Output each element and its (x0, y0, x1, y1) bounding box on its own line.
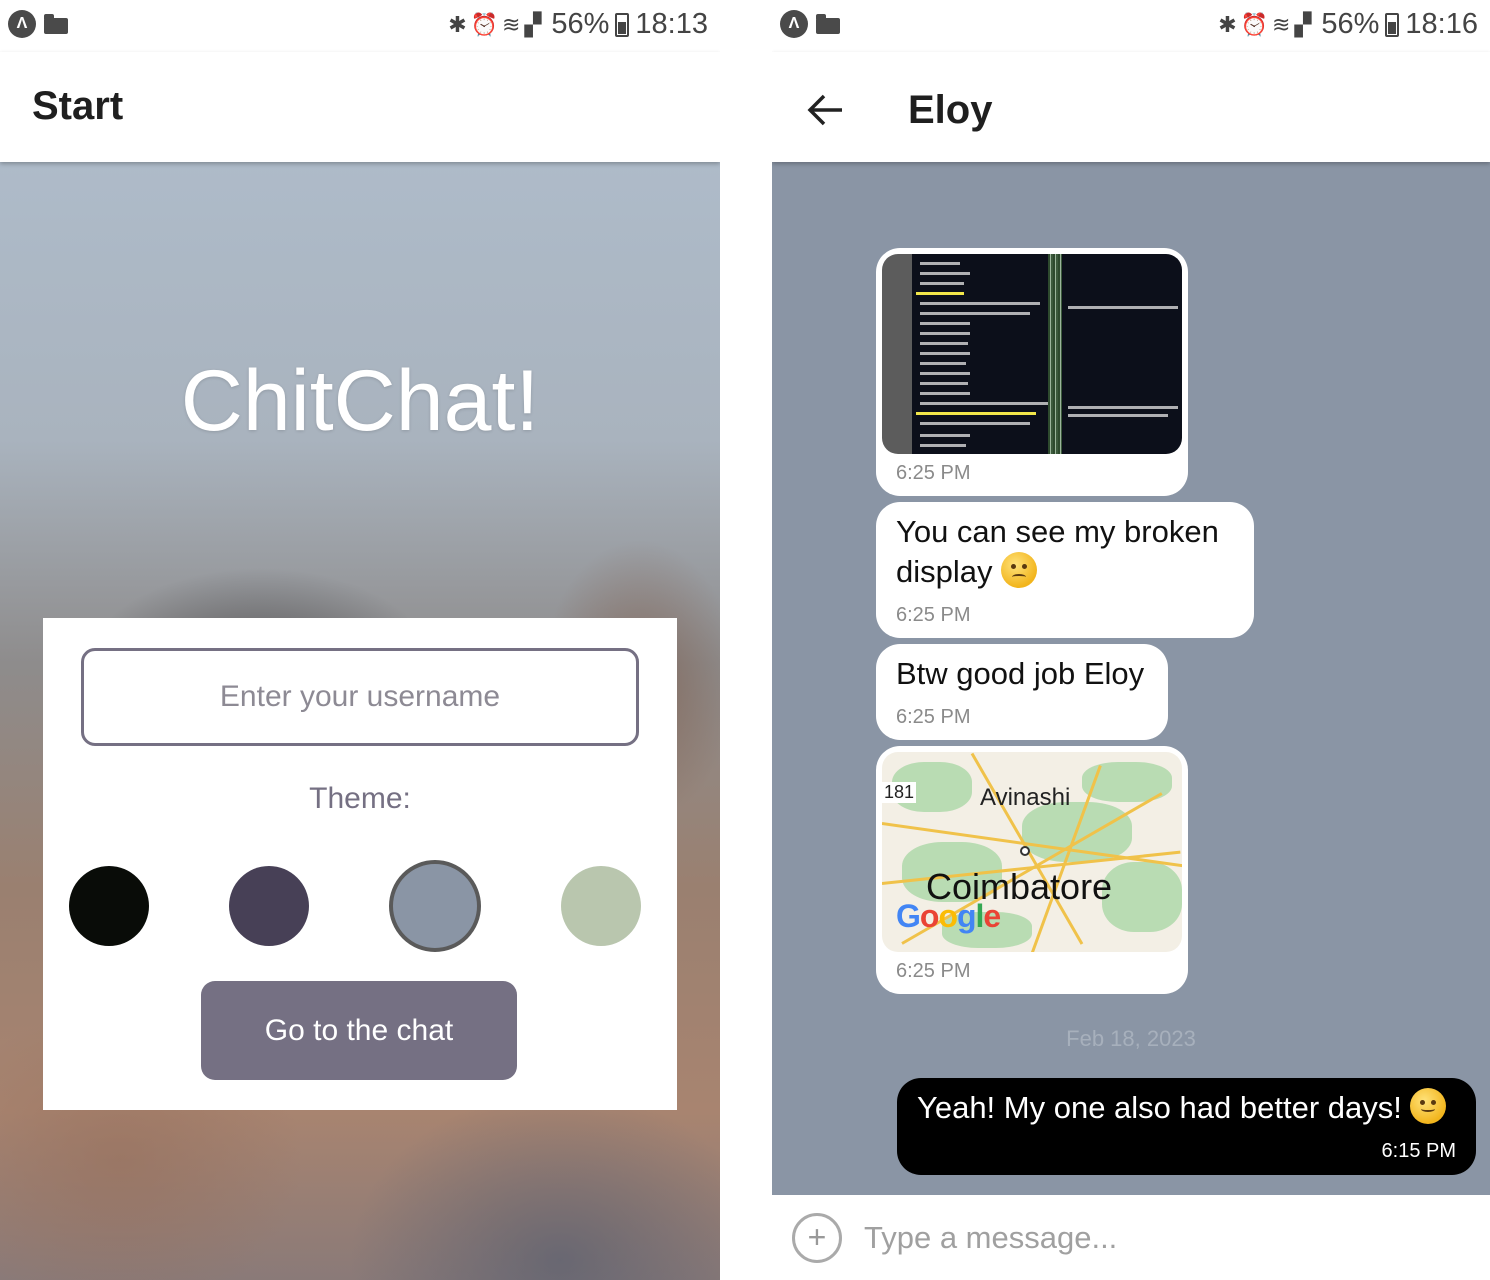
page-title: Start (32, 84, 124, 128)
bluetooth-alarm-wifi-signal-icons: ✱⏰≋▞ (1218, 11, 1316, 37)
app-notification-icon: Λ (8, 10, 36, 38)
message-text-line: You can see my broken (896, 514, 1219, 549)
login-card: Theme: Go to the chat (43, 618, 677, 1110)
route-shield: 181 (882, 782, 917, 803)
map-preview[interactable]: 181 Avinashi Coimbatore Google (882, 752, 1182, 952)
battery-percent: 56% (551, 8, 610, 40)
text-message[interactable]: Btw good job Eloy 6:25 PM (876, 644, 1168, 740)
image-message[interactable]: 6:25 PM (876, 248, 1188, 496)
message-input[interactable] (864, 1213, 1464, 1263)
status-bar: Λ ✱⏰≋▞ 56% 18:13 (0, 0, 720, 52)
theme-swatch-grey-blue[interactable] (389, 860, 481, 952)
start-screen: Λ ✱⏰≋▞ 56% 18:13 Start ChitChat! Theme: … (0, 0, 720, 1280)
message-text: Btw good job Eloy (896, 656, 1145, 691)
app-bar: Eloy (772, 52, 1490, 162)
clock: 18:16 (1405, 8, 1478, 40)
theme-swatch-green[interactable] (561, 866, 641, 946)
status-bar: Λ ✱⏰≋▞ 56% 18:16 (772, 0, 1490, 52)
clock: 18:13 (635, 8, 708, 40)
message-list[interactable]: 6:25 PM You can see my broken display 6:… (772, 162, 1490, 1195)
app-bar: Start (0, 52, 720, 162)
message-time: 6:25 PM (896, 960, 971, 982)
theme-swatch-purple[interactable] (229, 866, 309, 946)
message-text: Yeah! My one also had better days! (917, 1090, 1402, 1125)
chat-partner-name: Eloy (908, 88, 993, 132)
date-separator: Feb 18, 2023 (1066, 1026, 1196, 1051)
go-to-chat-button[interactable]: Go to the chat (201, 981, 517, 1080)
message-time: 6:15 PM (1381, 1140, 1456, 1162)
username-input[interactable] (81, 648, 639, 746)
message-time: 6:25 PM (896, 706, 971, 728)
location-pin-icon (1020, 846, 1030, 856)
back-arrow-icon[interactable] (806, 90, 846, 130)
battery-percent: 56% (1321, 8, 1380, 40)
battery-icon (615, 12, 630, 37)
app-name-title: ChitChat! (180, 353, 540, 449)
folder-icon (816, 14, 840, 34)
app-notification-icon: Λ (780, 10, 808, 38)
theme-swatch-black[interactable] (69, 866, 149, 946)
bluetooth-alarm-wifi-signal-icons: ✱⏰≋▞ (448, 11, 546, 37)
google-logo: Google (896, 898, 1001, 934)
message-time: 6:25 PM (896, 462, 971, 484)
map-town-label: Avinashi (980, 784, 1071, 811)
message-time: 6:25 PM (896, 604, 971, 626)
message-text-line: display (896, 554, 993, 589)
composer-bar: + (772, 1195, 1490, 1280)
folder-icon (44, 14, 68, 34)
battery-icon (1385, 12, 1400, 37)
winking-face-emoji-icon (1410, 1088, 1447, 1124)
location-message[interactable]: 181 Avinashi Coimbatore Google 6:25 PM (876, 746, 1188, 994)
own-message[interactable]: Yeah! My one also had better days! 6:15 … (897, 1078, 1476, 1175)
text-message[interactable]: You can see my broken display 6:25 PM (876, 502, 1254, 638)
chat-screen: Λ ✱⏰≋▞ 56% 18:16 Eloy 6:25 PM You can se… (772, 0, 1490, 1280)
photo-broken-display[interactable] (882, 254, 1182, 454)
theme-label: Theme: (309, 782, 411, 815)
disappointed-face-emoji-icon (1001, 552, 1038, 588)
add-action-button[interactable]: + (792, 1213, 842, 1263)
